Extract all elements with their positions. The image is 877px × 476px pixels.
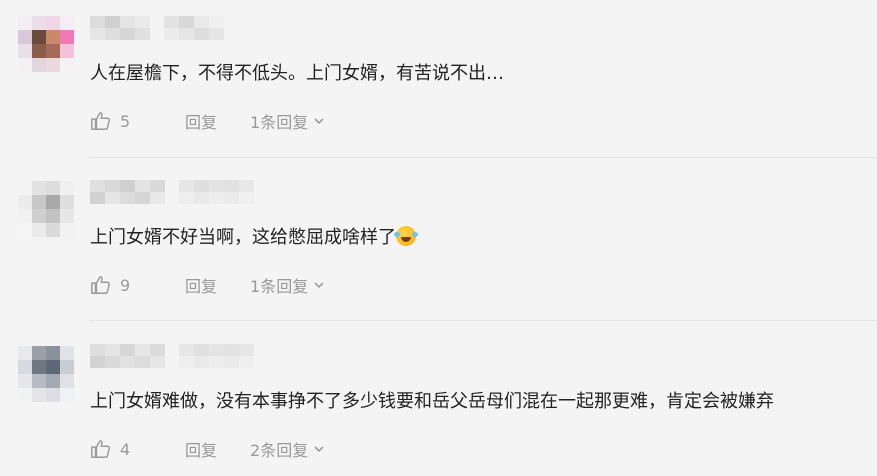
view-replies-label: 1条回复	[250, 113, 309, 132]
avatar[interactable]	[18, 16, 74, 72]
divider	[90, 320, 877, 321]
comment-actions: 5 回复 1条回复	[90, 109, 326, 133]
username-blurred[interactable]	[90, 344, 254, 368]
avatar[interactable]	[18, 181, 74, 237]
view-replies-button[interactable]: 1条回复	[250, 109, 326, 133]
like-button[interactable]: 4	[90, 438, 160, 460]
like-count: 4	[120, 439, 131, 459]
view-replies-label: 2条回复	[250, 441, 309, 460]
username-blurred[interactable]	[90, 16, 224, 40]
username-blur-b	[179, 180, 254, 204]
divider	[90, 157, 877, 158]
username-blur-a	[90, 180, 165, 204]
view-replies-label: 1条回复	[250, 277, 309, 296]
view-replies-button[interactable]: 2条回复	[250, 437, 326, 461]
like-button[interactable]: 5	[90, 110, 160, 132]
view-replies-button[interactable]: 1条回复	[250, 273, 326, 297]
reply-button[interactable]: 回复	[185, 437, 217, 461]
username-blur-b	[179, 344, 254, 368]
thumbs-up-icon	[91, 112, 110, 130]
reply-button[interactable]: 回复	[185, 109, 217, 133]
comment-text: 人在屋檐下，不得不低头。上门女婿，有苦说不出…	[90, 63, 504, 84]
comment-actions: 9 回复 1条回复	[90, 273, 326, 297]
avatar[interactable]	[18, 346, 74, 402]
username-blurred[interactable]	[90, 180, 254, 204]
chevron-down-icon	[314, 282, 324, 289]
reply-button[interactable]: 回复	[185, 273, 217, 297]
like-count: 9	[120, 275, 131, 295]
username-blur-b	[164, 16, 224, 40]
thumbs-up-icon	[91, 276, 110, 294]
like-count: 5	[120, 111, 131, 131]
chevron-down-icon	[314, 118, 324, 125]
thumbs-up-icon	[91, 440, 110, 458]
comment-text-content: 上门女婿不好当啊，这给憋屈成啥样了	[90, 227, 396, 248]
username-blur-a	[90, 344, 165, 368]
like-button[interactable]: 9	[90, 274, 160, 296]
comment-actions: 4 回复 2条回复	[90, 437, 326, 461]
comment-text: 上门女婿不好当啊，这给憋屈成啥样了	[90, 225, 416, 251]
comment-text: 上门女婿难做，没有本事挣不了多少钱要和岳父岳母们混在一起那更难，肯定会被嫌弃	[90, 391, 774, 412]
chevron-down-icon	[314, 446, 324, 453]
username-blur-a	[90, 16, 150, 40]
laughing-crying-emoji-icon	[394, 226, 416, 246]
